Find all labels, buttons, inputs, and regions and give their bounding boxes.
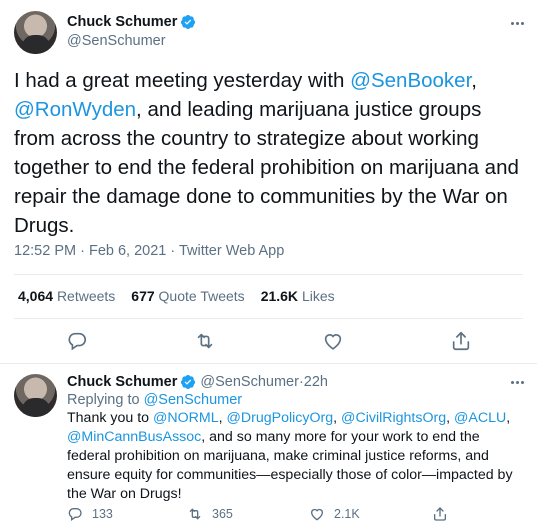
retweet-icon[interactable] <box>194 330 216 352</box>
tweet-text-part: I had a great meeting yesterday with <box>14 69 351 92</box>
reply-tweet: Chuck Schumer @SenSchumer · 22h Replying… <box>67 374 527 504</box>
reply-text-part: , <box>333 410 342 426</box>
reply-icon <box>68 508 82 521</box>
reply-time[interactable]: 22h <box>304 374 328 390</box>
divider <box>14 318 523 319</box>
reply-author-handle[interactable]: @SenSchumer <box>200 374 299 390</box>
share-icon <box>434 507 446 521</box>
likes-stat[interactable]: 21.6K Likes <box>261 288 335 304</box>
tweet-actions <box>0 328 537 354</box>
reply-reply-button[interactable]: 133 <box>67 506 113 522</box>
mention-link[interactable]: @DrugPolicyOrg <box>227 410 334 426</box>
mention-link[interactable]: @ACLU <box>454 410 506 426</box>
reply-text-part: , <box>218 410 227 426</box>
tweet-time[interactable]: 12:52 PM <box>14 243 76 259</box>
reply-text-part: , <box>446 410 454 426</box>
meta-separator: · <box>76 243 89 259</box>
tweet-date[interactable]: Feb 6, 2021 <box>89 243 166 259</box>
tweet-text-part: , <box>471 69 477 92</box>
more-options-icon[interactable] <box>508 14 526 32</box>
replying-to-handle[interactable]: @SenSchumer <box>144 392 243 408</box>
mention-link[interactable]: @CivilRightsOrg <box>341 410 446 426</box>
replying-to-label: Replying to <box>67 392 144 408</box>
mention-link[interactable]: @MinCannBusAssoc <box>67 429 201 445</box>
reply-author-avatar[interactable] <box>14 374 57 417</box>
reply-icon[interactable] <box>66 330 88 352</box>
reply-text: Thank you to @NORML, @DrugPolicyOrg, @Ci… <box>67 409 522 504</box>
reply-share-button[interactable] <box>432 506 448 522</box>
reply-header: Chuck Schumer @SenSchumer · 22h <box>67 374 527 390</box>
author-handle[interactable]: @SenSchumer <box>67 33 166 49</box>
reply-count: 133 <box>92 507 113 521</box>
share-icon[interactable] <box>450 330 472 352</box>
verified-badge-icon <box>181 375 196 389</box>
mention-link[interactable]: @NORML <box>153 410 219 426</box>
retweet-icon <box>189 508 201 520</box>
meta-separator: · <box>166 243 179 259</box>
replying-to: Replying to @SenSchumer <box>67 392 527 408</box>
tweet-meta: 12:52 PM · Feb 6, 2021 · Twitter Web App <box>14 243 284 259</box>
reply-actions: 133 365 2.1K <box>0 506 537 526</box>
mention-link[interactable]: @SenBooker <box>350 69 471 92</box>
tweet-source[interactable]: Twitter Web App <box>179 243 284 259</box>
tweet-text: I had a great meeting yesterday with @Se… <box>14 66 524 240</box>
verified-badge-icon <box>181 15 196 29</box>
like-icon[interactable] <box>322 330 344 352</box>
retweet-count: 365 <box>212 507 233 521</box>
reply-text-part: , <box>506 410 511 426</box>
reply-author-name[interactable]: Chuck Schumer <box>67 374 177 390</box>
thread-divider <box>0 363 537 364</box>
reply-like-button[interactable]: 2.1K <box>309 506 360 522</box>
retweets-stat[interactable]: 4,064 Retweets <box>18 288 115 304</box>
author-avatar[interactable] <box>14 11 57 54</box>
like-count: 2.1K <box>334 507 360 521</box>
reply-text-part: Thank you to <box>67 410 153 426</box>
reply-retweet-button[interactable]: 365 <box>187 506 233 522</box>
quotes-stat[interactable]: 677 Quote Tweets <box>131 288 244 304</box>
mention-link[interactable]: @RonWyden <box>14 98 136 121</box>
like-icon <box>310 508 324 521</box>
engagement-stats: 4,064 Retweets 677 Quote Tweets 21.6K Li… <box>18 288 335 304</box>
author-name-row: Chuck Schumer <box>67 14 196 30</box>
author-name[interactable]: Chuck Schumer <box>67 14 177 30</box>
divider <box>14 274 523 275</box>
